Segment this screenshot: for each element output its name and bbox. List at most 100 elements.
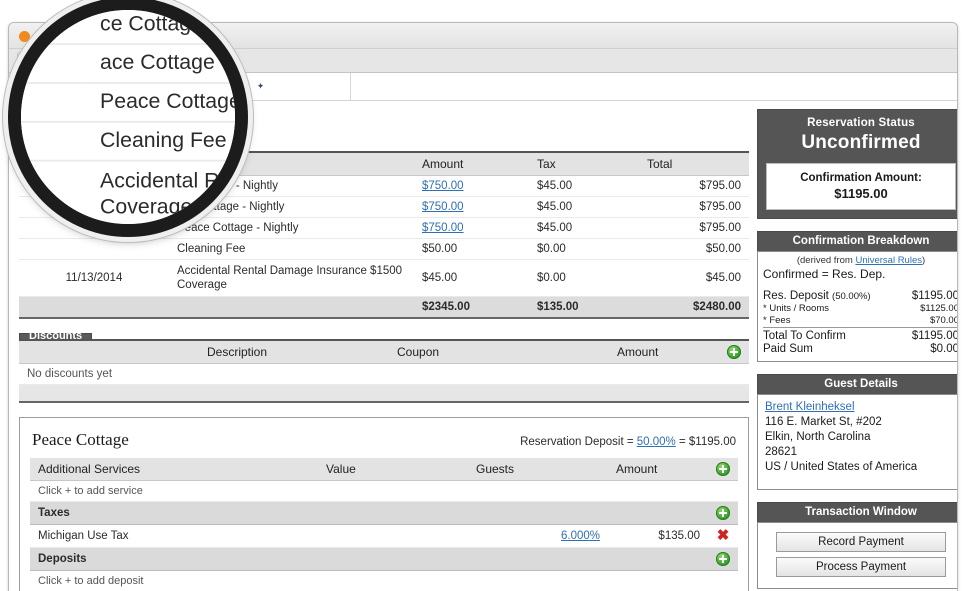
- tax-rate-link[interactable]: 6.000%: [561, 530, 600, 542]
- mag-cell-description: ace Cottage - Nightly: [85, 44, 235, 84]
- table-row[interactable]: 11/13/2014 Accidental Rental Damage Insu…: [19, 259, 749, 297]
- discounts-tab-row: Discounts: [19, 331, 749, 342]
- mag-charges-header-row: Date Description Amount Tax Total: [8, 0, 248, 5]
- taxes-add-cell[interactable]: [708, 500, 738, 525]
- magnifier-lens: De ✦ Invoice #6397717 ✦: [8, 0, 248, 237]
- deposit-percent-link[interactable]: 50.00%: [637, 436, 676, 448]
- services-add-cell[interactable]: [708, 457, 738, 481]
- guest-details-panel: Guest Details Brent Kleinheksel 116 E. M…: [757, 374, 957, 490]
- amount-link[interactable]: $750.00: [422, 201, 464, 213]
- breakdown-value: $0.00: [930, 343, 958, 355]
- breakdown-label: Paid Sum: [763, 343, 813, 355]
- transaction-window-body: Record Payment Process Payment: [757, 522, 957, 589]
- taxes-header: Taxes: [30, 500, 708, 525]
- breakdown-row: Paid Sum $0.00: [763, 343, 958, 356]
- services-hint-row[interactable]: Click + to add service: [30, 480, 738, 502]
- selector-spacer: [351, 73, 957, 100]
- cottage-table: Additional Services Value Guests Amount: [30, 457, 738, 591]
- guest-name-link[interactable]: Brent Kleinheksel: [765, 401, 855, 413]
- deposits-group-row: Deposits: [30, 546, 738, 571]
- cell-tax: $0.00: [529, 259, 639, 297]
- col-total: Total: [639, 153, 749, 176]
- mag-col-date: Date: [8, 0, 85, 5]
- discount-add-cell[interactable]: [719, 341, 749, 364]
- cell-total: $50.00: [639, 238, 749, 260]
- cell-total: $795.00: [639, 175, 749, 197]
- col-additional-services: Additional Services: [30, 457, 318, 481]
- delete-icon[interactable]: ✖: [717, 527, 730, 544]
- summary-spacer2: [169, 296, 414, 319]
- magnifier-content: De ✦ Invoice #6397717 ✦: [8, 0, 248, 224]
- cell-amount[interactable]: $750.00: [414, 217, 529, 239]
- record-payment-button[interactable]: Record Payment: [776, 532, 946, 552]
- guest-details-title: Guest Details: [757, 374, 957, 394]
- plus-icon[interactable]: [716, 505, 730, 520]
- deposits-add-cell[interactable]: [708, 546, 738, 571]
- cell-tax: $0.00: [529, 238, 639, 260]
- mag-cell-description: Cleaning Fee: [85, 121, 235, 162]
- mag-cell-date: [21, 121, 86, 162]
- breakdown-value: $1125.00: [920, 303, 958, 314]
- guest-country: US / United States of America: [765, 461, 918, 473]
- cell-amount: $45.00: [414, 259, 529, 297]
- plus-icon[interactable]: [727, 345, 741, 359]
- summary-spacer: [19, 296, 169, 319]
- plus-icon[interactable]: [716, 461, 730, 476]
- breakdown-row: Total To Confirm $1195.00: [763, 327, 957, 343]
- breakdown-label: Total To Confirm: [763, 327, 900, 343]
- cell-amount[interactable]: $750.00: [414, 196, 529, 218]
- breakdown-formula: Confirmed = Res. Dep.: [763, 267, 886, 281]
- confirmation-breakdown-title: Confirmation Breakdown: [757, 231, 957, 251]
- table-row[interactable]: Michigan Use Tax 6.000% $135.00 ✖: [30, 524, 738, 548]
- col-tax: Tax: [529, 153, 639, 176]
- cell-date: [19, 238, 169, 260]
- reservation-status-title: Reservation Status: [807, 117, 915, 129]
- summary-tax: $135.00: [529, 296, 639, 319]
- mag-table-row: Cleaning Fee $50.00 $0.00 $50.00: [21, 121, 235, 162]
- breakdown-row: * Fees $70.00: [763, 315, 957, 328]
- breakdown-label: Res. Deposit (50.00%): [763, 290, 899, 303]
- tax-rate-cell[interactable]: 6.000%: [468, 524, 608, 548]
- breakdown-label: * Fees: [763, 315, 791, 326]
- cell-total: $795.00: [639, 196, 749, 218]
- cell-description: Cleaning Fee: [169, 238, 414, 260]
- summary-amount: $2345.00: [414, 296, 529, 319]
- confirmation-amount-value: $1195.00: [834, 186, 888, 201]
- mag-charges-table: Date Description Amount Tax Total: [8, 0, 248, 224]
- cell-amount[interactable]: $750.00: [414, 175, 529, 197]
- discounts-empty-row: No discounts yet: [19, 363, 749, 385]
- discount-col-amount: Amount: [609, 341, 719, 364]
- col-value: Value: [318, 457, 468, 481]
- deposit-suffix: = $1195.00: [675, 435, 736, 448]
- sidebar: Reservation Status Unconfirmed Confirmat…: [757, 101, 958, 591]
- discounts-empty-text: No discounts yet: [19, 363, 749, 385]
- plus-icon[interactable]: [716, 551, 730, 566]
- deposit-prefix: Reservation Deposit =: [520, 435, 637, 448]
- deposits-header: Deposits: [30, 546, 708, 571]
- reservation-status-body: Reservation Status Unconfirmed Confirmat…: [757, 109, 957, 219]
- mag-table-row: ce Cottage - Nightly $750.00 $45.00 $795…: [21, 10, 235, 46]
- breakdown-row: Res. Deposit (50.00%) $1195.00: [763, 290, 957, 303]
- process-payment-button[interactable]: Process Payment: [776, 557, 946, 577]
- transaction-window-panel: Transaction Window Record Payment Proces…: [757, 502, 957, 589]
- amount-link[interactable]: $750.00: [422, 222, 464, 234]
- table-row[interactable]: Cleaning Fee $50.00 $0.00 $50.00: [19, 238, 749, 260]
- mag-main-column: ntrol Panel rges Date Description: [8, 0, 248, 224]
- deposits-hint-row[interactable]: Click + to add deposit: [30, 570, 738, 591]
- mag-cell-description: Accidental Rental Damage Insurance $1500…: [85, 160, 235, 224]
- services-hint: Click + to add service: [30, 480, 738, 502]
- confirmation-breakdown-body: (derived from Universal Rules) Confirmed…: [757, 251, 958, 362]
- breakdown-label: * Units / Rooms: [763, 303, 829, 314]
- discount-col-spacer: [19, 341, 199, 364]
- cottage-deposit: Reservation Deposit = 50.00% = $1195.00: [520, 436, 736, 448]
- cell-total: $45.00: [639, 259, 749, 297]
- tab-discounts[interactable]: Discounts: [19, 331, 93, 342]
- tax-delete-cell[interactable]: ✖: [708, 524, 738, 548]
- amount-link[interactable]: $750.00: [422, 180, 464, 192]
- discounts-blank-row: [19, 384, 749, 401]
- universal-rules-link[interactable]: Universal Rules: [855, 255, 922, 266]
- cottage-panel: Peace Cottage Reservation Deposit = 50.0…: [19, 416, 749, 591]
- mag-col-description: Description: [85, 0, 248, 5]
- mag-cell-description: ce Cottage - Nightly: [85, 10, 235, 46]
- guest-address-2: Elkin, North Carolina: [765, 431, 871, 443]
